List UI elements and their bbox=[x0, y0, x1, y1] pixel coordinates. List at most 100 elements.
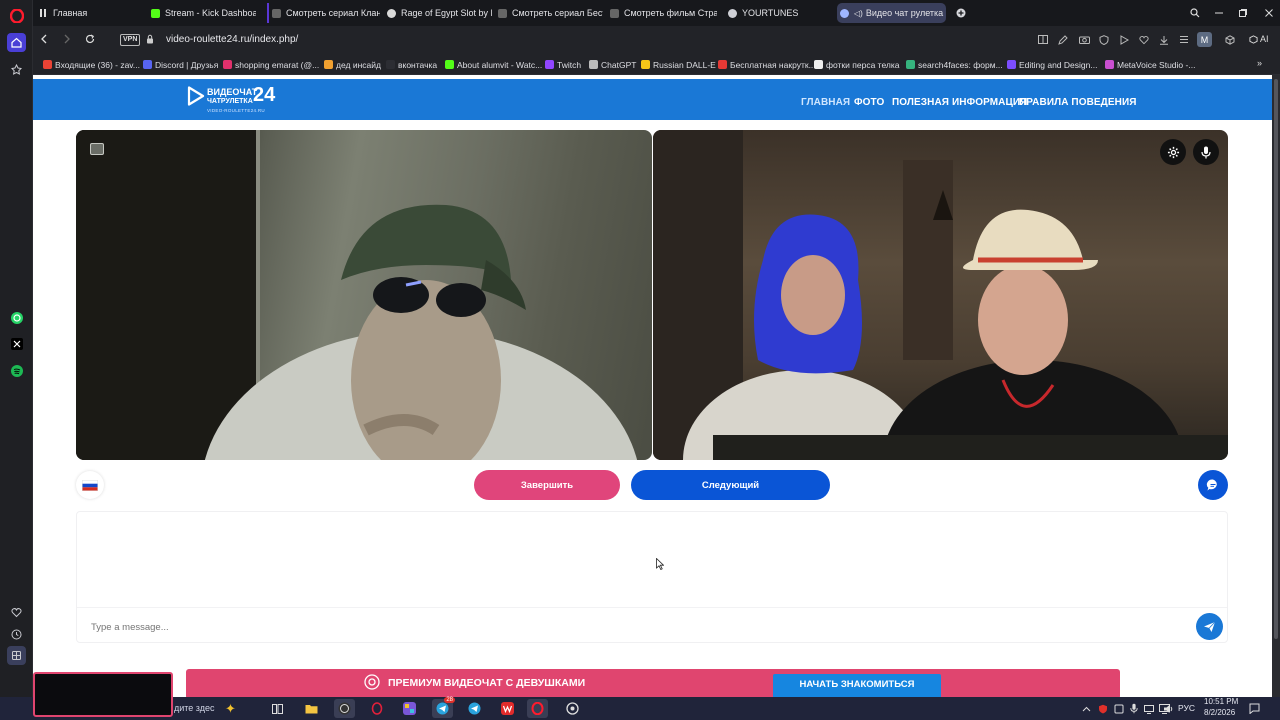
bookmark-favicon-icon bbox=[43, 60, 52, 69]
tab-series-1[interactable]: Смотреть сериал Клан С bbox=[267, 3, 380, 23]
bookmark-label: Russian DALL-E bbox=[653, 59, 716, 70]
bookmark-label: вконтачка bbox=[398, 59, 438, 70]
reload-icon[interactable] bbox=[85, 34, 95, 44]
app-colorful-icon[interactable] bbox=[401, 700, 418, 717]
tab-yourtunes[interactable]: YOURTUNES bbox=[725, 3, 825, 23]
tray-security-icon[interactable] bbox=[1094, 700, 1111, 717]
tab-rage-of-egypt[interactable]: Rage of Egypt Slot by Ha bbox=[384, 3, 492, 23]
minimize-icon[interactable] bbox=[1211, 3, 1227, 23]
notification-center-icon[interactable] bbox=[1246, 700, 1263, 717]
tab-search-icon[interactable] bbox=[1187, 3, 1203, 23]
forward-icon[interactable] bbox=[63, 34, 71, 44]
bookmark-favicon-icon bbox=[1105, 60, 1114, 69]
tray-chevron-icon[interactable] bbox=[1078, 700, 1095, 717]
url-text[interactable]: video-roulette24.ru/index.php/ bbox=[166, 34, 298, 45]
pinboard-icon[interactable] bbox=[7, 60, 26, 79]
tab-film[interactable]: Смотреть фильм Стражи bbox=[607, 3, 717, 23]
nav-photo[interactable]: ФОТО bbox=[854, 97, 884, 108]
opera-gx-icon[interactable] bbox=[368, 700, 385, 717]
new-tab-button[interactable] bbox=[953, 3, 969, 23]
camera-icon[interactable] bbox=[1079, 35, 1090, 44]
back-icon[interactable] bbox=[40, 34, 48, 44]
bookmark-item[interactable]: Входящие (36) - zav... bbox=[43, 58, 140, 71]
country-flag-button[interactable] bbox=[76, 471, 104, 499]
tray-time[interactable]: 10:51 PM bbox=[1204, 697, 1238, 706]
vpn-badge[interactable]: VPN bbox=[120, 34, 141, 46]
banner-cta-button[interactable]: НАЧАТЬ ЗНАКОМИТЬСЯ bbox=[773, 674, 941, 697]
split-view-icon[interactable] bbox=[1038, 35, 1048, 44]
heart-outline-icon[interactable] bbox=[1139, 35, 1149, 45]
wps-icon[interactable] bbox=[499, 700, 516, 717]
page-scrollbar[interactable] bbox=[1272, 75, 1280, 697]
close-window-icon[interactable] bbox=[1261, 3, 1277, 23]
bookmark-item[interactable]: Twitch bbox=[545, 58, 581, 71]
history-icon[interactable] bbox=[7, 625, 26, 644]
nav-home[interactable]: ГЛАВНАЯ bbox=[801, 97, 850, 108]
heart-icon[interactable] bbox=[7, 603, 26, 622]
tab-label: Смотреть фильм Стражи bbox=[624, 8, 717, 18]
cube-icon[interactable] bbox=[1225, 35, 1235, 45]
bookmark-item[interactable]: search4faces: форм... bbox=[906, 58, 1003, 71]
settings-button[interactable] bbox=[1160, 139, 1186, 165]
send-button[interactable] bbox=[1196, 613, 1223, 640]
opera-logo-icon[interactable] bbox=[7, 6, 26, 25]
file-explorer-icon[interactable] bbox=[303, 700, 320, 717]
copilot-icon[interactable]: ✦ bbox=[222, 700, 239, 717]
obs-icon[interactable] bbox=[334, 699, 355, 718]
chat-toggle-button[interactable] bbox=[1198, 470, 1228, 500]
next-button[interactable]: Следующий bbox=[631, 470, 830, 500]
edit-icon[interactable] bbox=[1058, 35, 1068, 45]
home-icon[interactable] bbox=[7, 33, 26, 52]
message-input[interactable] bbox=[91, 618, 1171, 636]
shield-icon[interactable] bbox=[1099, 35, 1109, 45]
menu-icon[interactable] bbox=[1179, 35, 1189, 44]
bookmark-item[interactable]: shopping emarat (@... bbox=[223, 58, 319, 71]
bookmark-item[interactable]: ChatGPT bbox=[589, 58, 636, 71]
bookmark-item[interactable]: вконтачка bbox=[386, 58, 437, 71]
nav-useful-info[interactable]: ПОЛЕЗНАЯ ИНФОРМАЦИЯ bbox=[892, 97, 1027, 108]
flip-camera-icon[interactable] bbox=[90, 143, 104, 155]
maximize-icon[interactable] bbox=[1235, 3, 1251, 23]
windows-taskbar: дите здес ✦ 28 РУС 10:51 PM 8/2/2026 bbox=[0, 672, 1280, 720]
hd-icon bbox=[498, 8, 507, 18]
tab-series-2[interactable]: Смотреть сериал Бести bbox=[495, 3, 603, 23]
tray-date[interactable]: 8/2/2026 bbox=[1204, 708, 1235, 717]
bookmark-item[interactable]: Editing and Design... bbox=[1007, 58, 1097, 71]
play-icon[interactable] bbox=[1120, 35, 1129, 45]
tab-strip: Главная Stream - Kick Dashboard Смотреть… bbox=[33, 0, 1280, 26]
site-logo[interactable]: ВИДЕОЧАТ ЧАТРУЛЕТКА 24 VIDEO-ROULETTE24.… bbox=[187, 84, 287, 116]
download-icon[interactable] bbox=[1159, 35, 1169, 45]
bookmark-item[interactable]: фотки перса телка bbox=[814, 58, 900, 71]
aria-button[interactable]: AI bbox=[1249, 34, 1269, 44]
telegram-badge-icon[interactable]: 28 bbox=[432, 697, 455, 718]
spotify-icon[interactable] bbox=[7, 361, 26, 380]
bookmark-item[interactable]: MetaVoice Studio -... bbox=[1105, 58, 1195, 71]
x-icon[interactable] bbox=[7, 334, 26, 353]
bookmark-favicon-icon bbox=[814, 60, 823, 69]
bookmarks-overflow-icon[interactable]: » bbox=[1257, 58, 1262, 68]
opera-taskbar-icon[interactable] bbox=[527, 699, 548, 718]
whatsapp-icon[interactable] bbox=[7, 308, 26, 327]
profile-avatar[interactable]: M bbox=[1197, 32, 1212, 47]
tab-video-chat[interactable]: ◁) Видео чат рулетка 24 bbox=[837, 3, 946, 23]
taskbar-search-text[interactable]: дите здес bbox=[174, 703, 215, 713]
bookmark-item[interactable]: Discord | Друзья bbox=[143, 58, 218, 71]
tray-language[interactable]: РУС bbox=[1178, 703, 1195, 713]
tab-kick[interactable]: Stream - Kick Dashboard bbox=[148, 3, 256, 23]
microphone-button[interactable] bbox=[1193, 139, 1219, 165]
nav-rules[interactable]: ПРАВИЛА ПОВЕДЕНИЯ bbox=[1019, 97, 1137, 108]
end-button[interactable]: Завершить bbox=[474, 470, 620, 500]
bookmark-item[interactable]: Russian DALL-E bbox=[641, 58, 716, 71]
scrollbar-thumb[interactable] bbox=[1274, 79, 1278, 639]
bookmark-item[interactable]: дед инсайд bbox=[324, 58, 381, 71]
bookmark-item[interactable]: Бесплатная накрутк... bbox=[718, 58, 816, 71]
extensions-icon[interactable] bbox=[7, 646, 26, 665]
task-view-icon[interactable] bbox=[269, 700, 286, 717]
premium-banner[interactable]: ПРЕМИУМ ВИДЕОЧАТ С ДЕВУШКАМИ НАЧАТЬ ЗНАК… bbox=[186, 669, 1120, 697]
tray-volume-icon[interactable] bbox=[1160, 700, 1177, 717]
bookmark-item[interactable]: About alumvit - Watc... bbox=[445, 58, 542, 71]
tab-home[interactable]: Главная bbox=[36, 3, 136, 23]
tray-mic-icon[interactable] bbox=[1125, 700, 1142, 717]
telegram-icon[interactable] bbox=[466, 700, 483, 717]
steam-icon[interactable] bbox=[564, 700, 581, 717]
